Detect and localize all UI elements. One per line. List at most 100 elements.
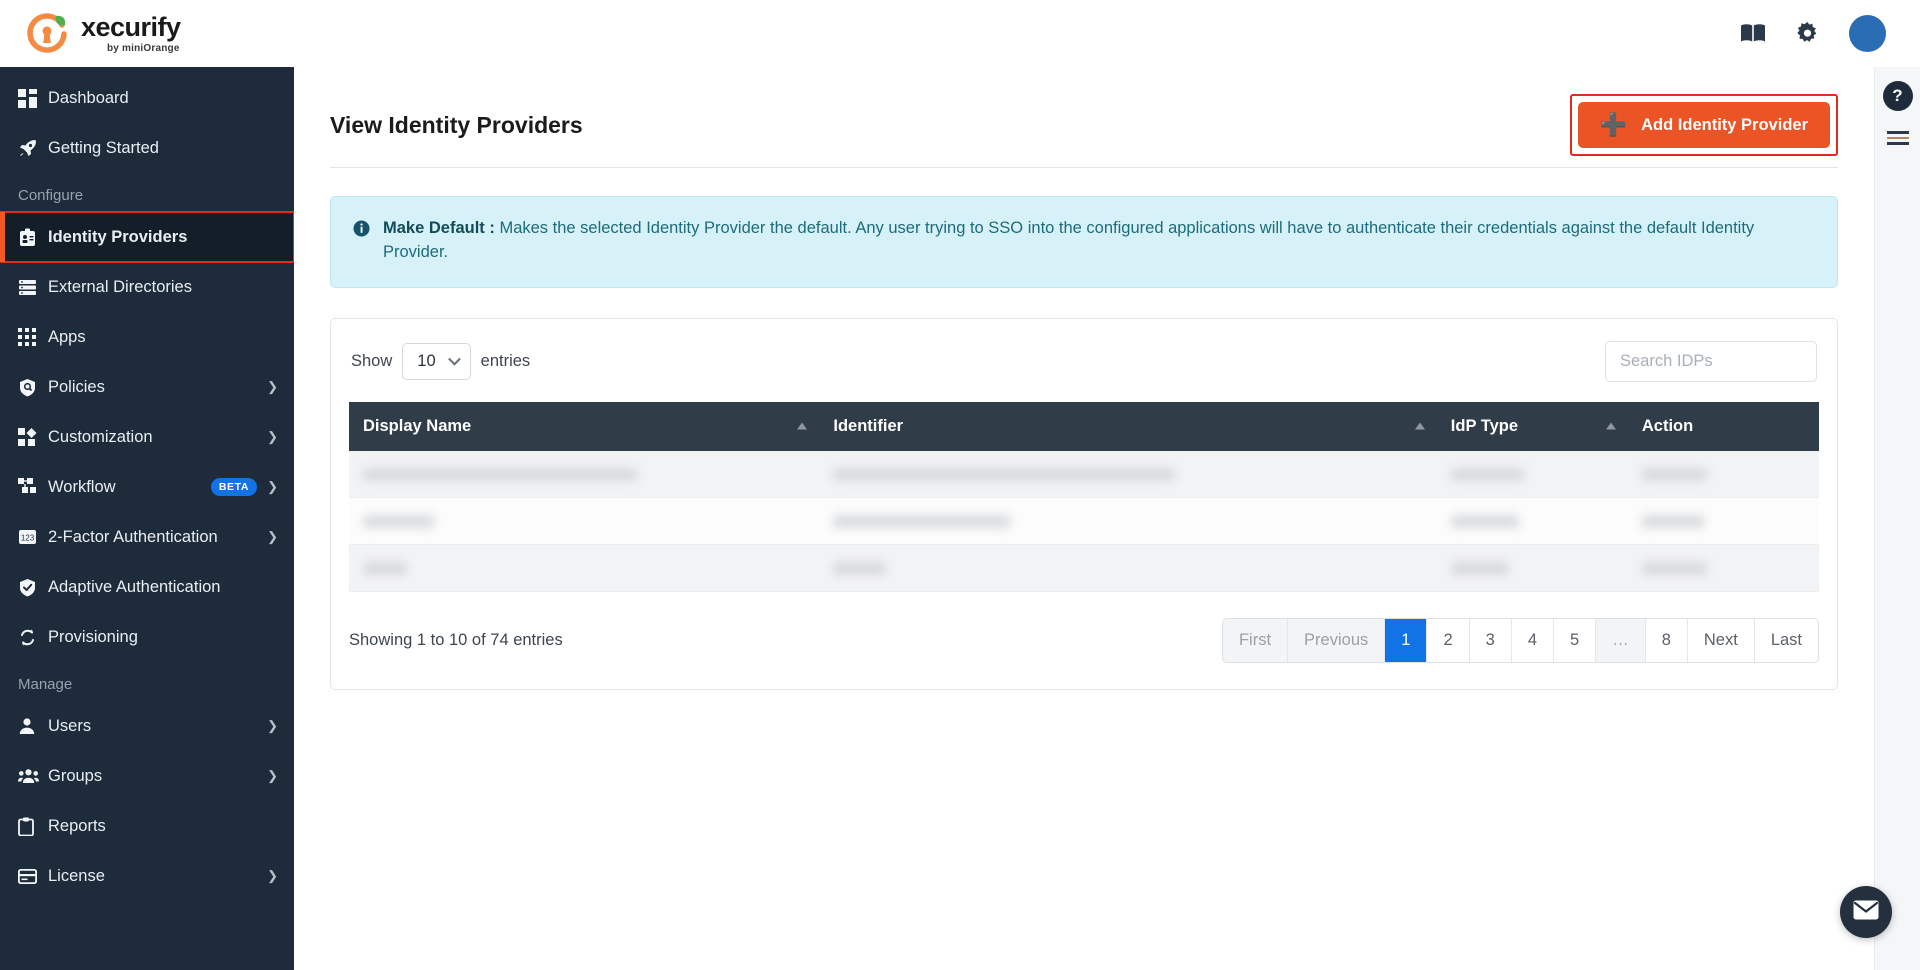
sidebar-item-label: Groups: [48, 767, 267, 786]
pagination-page-1[interactable]: 1: [1385, 619, 1427, 662]
entries-info: Showing 1 to 10 of 74 entries: [349, 631, 563, 650]
sidebar-item-2-factor-authentication[interactable]: 123 2-Factor Authentication ❯: [0, 512, 294, 562]
add-identity-provider-button[interactable]: ➕ Add Identity Provider: [1578, 102, 1830, 148]
main-content: View Identity Providers ➕ Add Identity P…: [294, 0, 1920, 970]
chevron-right-icon: ❯: [267, 479, 278, 495]
sidebar-item-identity-providers[interactable]: Identity Providers: [0, 212, 294, 262]
cell-idp-type: [1437, 498, 1628, 545]
sidebar-item-label: Reports: [48, 817, 278, 836]
table-row[interactable]: [349, 498, 1819, 545]
book-icon[interactable]: [1740, 23, 1766, 44]
brand-logo[interactable]: xecurify by miniOrange: [0, 0, 294, 67]
sidebar-item-users[interactable]: Users ❯: [0, 701, 294, 751]
chevron-right-icon: ❯: [267, 429, 278, 445]
pagination-page-2[interactable]: 2: [1427, 619, 1469, 662]
redacted-value: [363, 515, 434, 528]
hamburger-menu-icon[interactable]: [1887, 131, 1909, 145]
chevron-right-icon: ❯: [267, 379, 278, 395]
question-mark-icon: ?: [1892, 86, 1902, 106]
pagination-first[interactable]: First: [1223, 619, 1288, 662]
table-row[interactable]: [349, 545, 1819, 592]
contact-support-button[interactable]: [1840, 886, 1892, 938]
card-icon: [18, 869, 48, 884]
chevron-right-icon: ❯: [267, 868, 278, 884]
table-controls: Show 10 entries: [349, 341, 1819, 402]
cell-action[interactable]: [1628, 451, 1819, 498]
help-button[interactable]: ?: [1883, 81, 1913, 111]
sidebar-item-reports[interactable]: Reports: [0, 801, 294, 851]
sidebar-item-groups[interactable]: Groups ❯: [0, 751, 294, 801]
column-header-idp-type[interactable]: IdP Type: [1437, 402, 1628, 451]
pagination-page-3[interactable]: 3: [1470, 619, 1512, 662]
add-identity-provider-highlight: ➕ Add Identity Provider: [1570, 94, 1838, 156]
chevron-down-icon: [448, 353, 461, 366]
topbar: [294, 0, 1920, 67]
sidebar-item-apps[interactable]: Apps: [0, 312, 294, 362]
envelope-icon: [1853, 900, 1879, 925]
table-header-row: Display Name Identifier IdP Type: [349, 402, 1819, 451]
redacted-value: [363, 562, 407, 575]
sidebar-item-policies[interactable]: Policies ❯: [0, 362, 294, 412]
table-head: Display Name Identifier IdP Type: [349, 402, 1819, 451]
sync-arrows-icon: [18, 628, 48, 647]
entries-label: entries: [481, 352, 531, 371]
cell-idp-type: [1437, 451, 1628, 498]
clipboard-icon: [18, 817, 48, 836]
rocket-icon: [18, 138, 48, 158]
avatar[interactable]: [1849, 15, 1886, 52]
cell-action[interactable]: [1628, 545, 1819, 592]
redacted-value: [833, 515, 1010, 528]
column-header-action: Action: [1628, 402, 1819, 451]
cell-action[interactable]: [1628, 498, 1819, 545]
shield-search-icon: [18, 378, 48, 397]
beta-badge: BETA: [211, 478, 257, 496]
pagination: First Previous 1 2 3 4 5 … 8 Next Last: [1222, 618, 1819, 663]
search-input[interactable]: [1605, 341, 1817, 382]
sidebar-item-workflow[interactable]: Workflow BETA ❯: [0, 462, 294, 512]
pagination-page-5[interactable]: 5: [1554, 619, 1596, 662]
sidebar-item-label: Policies: [48, 378, 267, 397]
sidebar-item-customization[interactable]: Customization ❯: [0, 412, 294, 462]
table-footer: Showing 1 to 10 of 74 entries First Prev…: [349, 592, 1819, 663]
sidebar-item-adaptive-authentication[interactable]: Adaptive Authentication: [0, 562, 294, 612]
column-header-identifier[interactable]: Identifier: [819, 402, 1436, 451]
id-badge-icon: [18, 228, 48, 247]
sidebar-nav: Dashboard Getting Started Configure Iden…: [0, 67, 294, 901]
sidebar-item-label: Customization: [48, 428, 267, 447]
sidebar-item-dashboard[interactable]: Dashboard: [0, 73, 294, 123]
redacted-value: [1642, 562, 1707, 575]
cell-identifier: [819, 498, 1436, 545]
pagination-next[interactable]: Next: [1688, 619, 1755, 662]
gear-icon[interactable]: [1796, 22, 1819, 45]
brand-subtitle: by miniOrange: [81, 44, 181, 54]
shield-check-icon: [18, 578, 48, 597]
sidebar-item-provisioning[interactable]: Provisioning: [0, 612, 294, 662]
redacted-value: [833, 468, 1175, 481]
pagination-last[interactable]: Last: [1755, 619, 1818, 662]
sidebar-item-license[interactable]: License ❯: [0, 851, 294, 901]
alert-title: Make Default :: [383, 219, 495, 237]
sort-arrow-icon: [797, 423, 807, 430]
sidebar-item-getting-started[interactable]: Getting Started: [0, 123, 294, 173]
sidebar-item-external-directories[interactable]: External Directories: [0, 262, 294, 312]
redacted-value: [1451, 468, 1524, 481]
cell-display-name: [349, 451, 819, 498]
table-row[interactable]: [349, 451, 1819, 498]
pagination-previous[interactable]: Previous: [1288, 619, 1385, 662]
cell-idp-type: [1437, 545, 1628, 592]
sidebar-item-label: Adaptive Authentication: [48, 578, 278, 597]
sidebar-item-label: Identity Providers: [48, 228, 278, 247]
idp-table-card: Show 10 entries: [330, 318, 1838, 691]
column-header-display-name[interactable]: Display Name: [349, 402, 819, 451]
workflow-nodes-icon: [18, 478, 48, 497]
page-size-select[interactable]: 10: [402, 343, 470, 380]
dashboard-grid-icon: [18, 89, 48, 108]
pagination-page-8[interactable]: 8: [1646, 619, 1688, 662]
chevron-right-icon: ❯: [267, 768, 278, 784]
pagination-page-4[interactable]: 4: [1512, 619, 1554, 662]
keyhole-circle-icon: [24, 11, 70, 57]
cell-identifier: [819, 545, 1436, 592]
sidebar-item-label: Getting Started: [48, 139, 278, 158]
sidebar-item-label: Apps: [48, 328, 278, 347]
redacted-value: [363, 468, 637, 481]
